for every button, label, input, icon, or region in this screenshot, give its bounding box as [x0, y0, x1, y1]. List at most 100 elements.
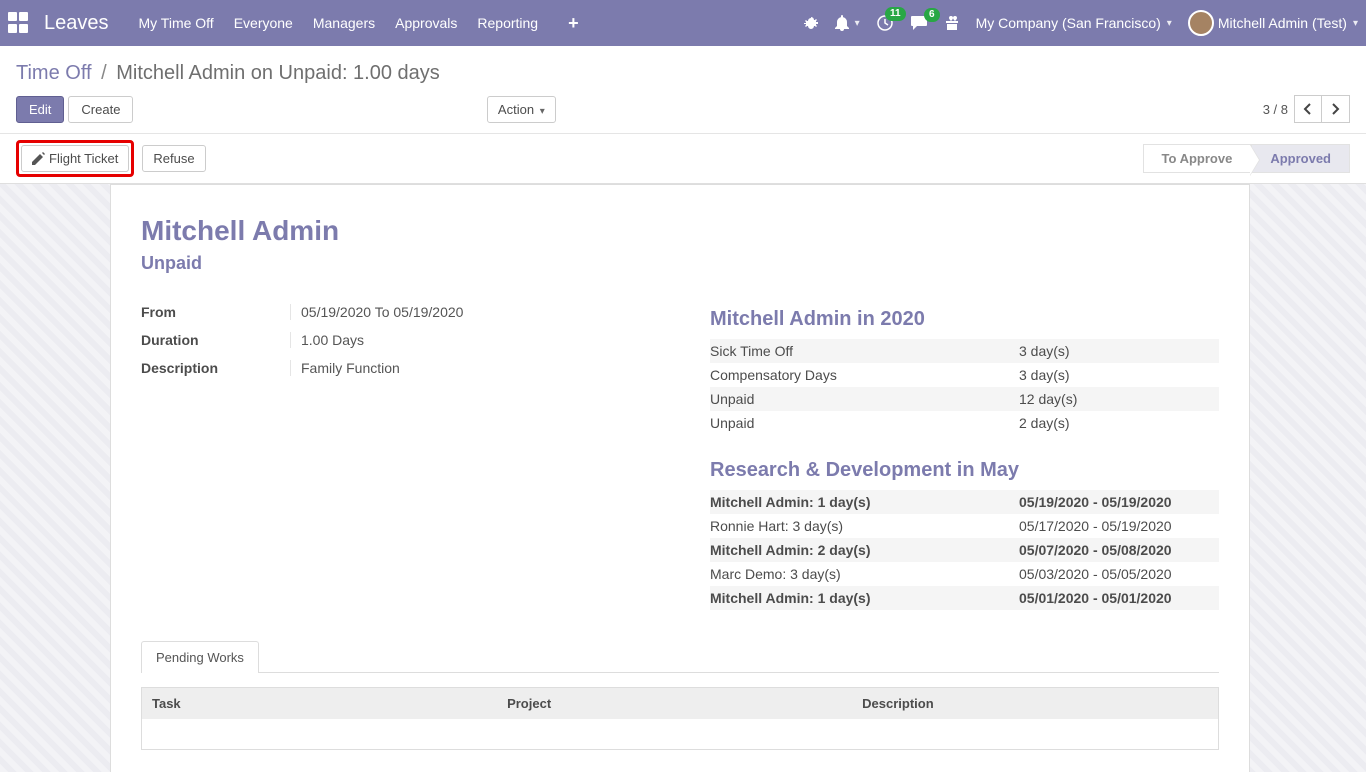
notifications-icon[interactable]: ▾ [835, 15, 860, 31]
value-from: 05/19/2020 To 05/19/2020 [301, 304, 463, 320]
value-description: Family Function [301, 360, 400, 376]
status-stages: To Approve Approved [1143, 144, 1350, 173]
pager-next[interactable] [1322, 95, 1350, 123]
menu-reporting[interactable]: Reporting [477, 15, 538, 31]
col-description: Description [852, 688, 1218, 719]
dept-range: 05/19/2020 - 05/19/2020 [1019, 494, 1219, 510]
messages-badge: 6 [924, 8, 940, 22]
menu-managers[interactable]: Managers [313, 15, 375, 31]
pager: 3 / 8 [1263, 95, 1350, 123]
tabs: Pending Works Task Project Description [141, 640, 1219, 750]
caret-down-icon: ▾ [1167, 18, 1172, 29]
dept-range: 05/17/2020 - 05/19/2020 [1019, 518, 1219, 534]
breadcrumb: Time Off / Mitchell Admin on Unpaid: 1.0… [16, 62, 1350, 85]
chevron-right-icon [1330, 103, 1340, 115]
control-panel: Time Off / Mitchell Admin on Unpaid: 1.0… [0, 46, 1366, 134]
debug-icon[interactable] [803, 15, 819, 31]
form-left-column: From 05/19/2020 To 05/19/2020 Duration 1… [141, 298, 680, 610]
summary-title: Mitchell Admin in 2020 [710, 308, 1219, 331]
company-name: My Company (San Francisco) [976, 15, 1161, 31]
dept-who: Marc Demo: 3 day(s) [710, 566, 1019, 582]
dept-table: Mitchell Admin: 1 day(s)05/19/2020 - 05/… [710, 490, 1219, 610]
flight-ticket-label: Flight Ticket [49, 151, 118, 166]
leave-type-subtitle: Unpaid [141, 253, 1219, 274]
user-name: Mitchell Admin (Test) [1218, 15, 1347, 31]
dept-row: Marc Demo: 3 day(s)05/03/2020 - 05/05/20… [710, 562, 1219, 586]
value-duration: 1.00 Days [301, 332, 364, 348]
activities-icon[interactable]: 11 [876, 14, 894, 32]
label-from: From [141, 304, 291, 320]
grid-empty-body [142, 719, 1218, 749]
dept-range: 05/07/2020 - 05/08/2020 [1019, 542, 1219, 558]
col-task: Task [142, 688, 497, 719]
label-duration: Duration [141, 332, 291, 348]
menu-everyone[interactable]: Everyone [234, 15, 293, 31]
caret-down-icon: ▾ [540, 106, 545, 117]
add-menu-icon[interactable]: + [568, 13, 579, 34]
app-brand[interactable]: Leaves [44, 12, 109, 35]
flight-ticket-button[interactable]: Flight Ticket [21, 145, 129, 172]
menu-approvals[interactable]: Approvals [395, 15, 457, 31]
dept-row: Mitchell Admin: 2 day(s)05/07/2020 - 05/… [710, 538, 1219, 562]
summary-days: 12 day(s) [1019, 391, 1219, 407]
company-switcher[interactable]: My Company (San Francisco) ▾ [976, 15, 1172, 31]
form-background: Mitchell Admin Unpaid From 05/19/2020 To… [0, 184, 1366, 772]
pager-prev[interactable] [1294, 95, 1322, 123]
action-dropdown[interactable]: Action ▾ [487, 96, 556, 123]
summary-row: Unpaid2 day(s) [710, 411, 1219, 435]
caret-down-icon: ▾ [855, 18, 860, 29]
stage-approved[interactable]: Approved [1251, 144, 1350, 173]
systray: ▾ 11 6 My Company (San Francisco) ▾ Mitc… [803, 10, 1358, 36]
menu-my-time-off[interactable]: My Time Off [139, 15, 214, 31]
col-project: Project [497, 688, 852, 719]
top-navbar: Leaves My Time Off Everyone Managers App… [0, 0, 1366, 46]
dept-who: Mitchell Admin: 1 day(s) [710, 590, 1019, 606]
breadcrumb-current: Mitchell Admin on Unpaid: 1.00 days [116, 62, 440, 84]
refuse-button[interactable]: Refuse [142, 145, 205, 172]
dept-who: Mitchell Admin: 1 day(s) [710, 494, 1019, 510]
dept-row: Mitchell Admin: 1 day(s)05/01/2020 - 05/… [710, 586, 1219, 610]
edit-icon [32, 152, 45, 165]
apps-icon[interactable] [8, 12, 30, 34]
stage-to-approve[interactable]: To Approve [1143, 144, 1252, 173]
main-menu: My Time Off Everyone Managers Approvals … [139, 13, 579, 34]
form-right-column: Mitchell Admin in 2020 Sick Time Off3 da… [710, 298, 1219, 610]
caret-down-icon: ▾ [1353, 18, 1358, 29]
action-label: Action [498, 102, 534, 117]
employee-title: Mitchell Admin [141, 215, 1219, 247]
form-sheet: Mitchell Admin Unpaid From 05/19/2020 To… [110, 184, 1250, 772]
highlight-annotation: Flight Ticket [16, 140, 134, 177]
dept-row: Mitchell Admin: 1 day(s)05/19/2020 - 05/… [710, 490, 1219, 514]
summary-type: Compensatory Days [710, 367, 1019, 383]
avatar [1188, 10, 1214, 36]
dept-title: Research & Development in May [710, 459, 1219, 482]
summary-days: 3 day(s) [1019, 343, 1219, 359]
tab-pending-works[interactable]: Pending Works [141, 641, 259, 673]
summary-row: Sick Time Off3 day(s) [710, 339, 1219, 363]
activities-badge: 11 [885, 7, 906, 21]
dept-who: Ronnie Hart: 3 day(s) [710, 518, 1019, 534]
summary-row: Compensatory Days3 day(s) [710, 363, 1219, 387]
dept-range: 05/01/2020 - 05/01/2020 [1019, 590, 1219, 606]
summary-row: Unpaid12 day(s) [710, 387, 1219, 411]
dept-range: 05/03/2020 - 05/05/2020 [1019, 566, 1219, 582]
chevron-left-icon [1303, 103, 1313, 115]
messages-icon[interactable]: 6 [910, 15, 928, 31]
dept-row: Ronnie Hart: 3 day(s)05/17/2020 - 05/19/… [710, 514, 1219, 538]
summary-type: Unpaid [710, 391, 1019, 407]
pager-text: 3 / 8 [1263, 102, 1288, 117]
label-description: Description [141, 360, 291, 376]
status-bar: Flight Ticket Refuse To Approve Approved [0, 134, 1366, 184]
summary-table: Sick Time Off3 day(s)Compensatory Days3 … [710, 339, 1219, 435]
dept-who: Mitchell Admin: 2 day(s) [710, 542, 1019, 558]
breadcrumb-root[interactable]: Time Off [16, 62, 92, 84]
user-menu[interactable]: Mitchell Admin (Test) ▾ [1188, 10, 1358, 36]
summary-type: Unpaid [710, 415, 1019, 431]
breadcrumb-sep: / [101, 62, 107, 84]
edit-button[interactable]: Edit [16, 96, 64, 123]
create-button[interactable]: Create [68, 96, 133, 123]
summary-days: 3 day(s) [1019, 367, 1219, 383]
gift-icon[interactable] [944, 15, 960, 31]
summary-days: 2 day(s) [1019, 415, 1219, 431]
pending-grid: Task Project Description [141, 687, 1219, 750]
